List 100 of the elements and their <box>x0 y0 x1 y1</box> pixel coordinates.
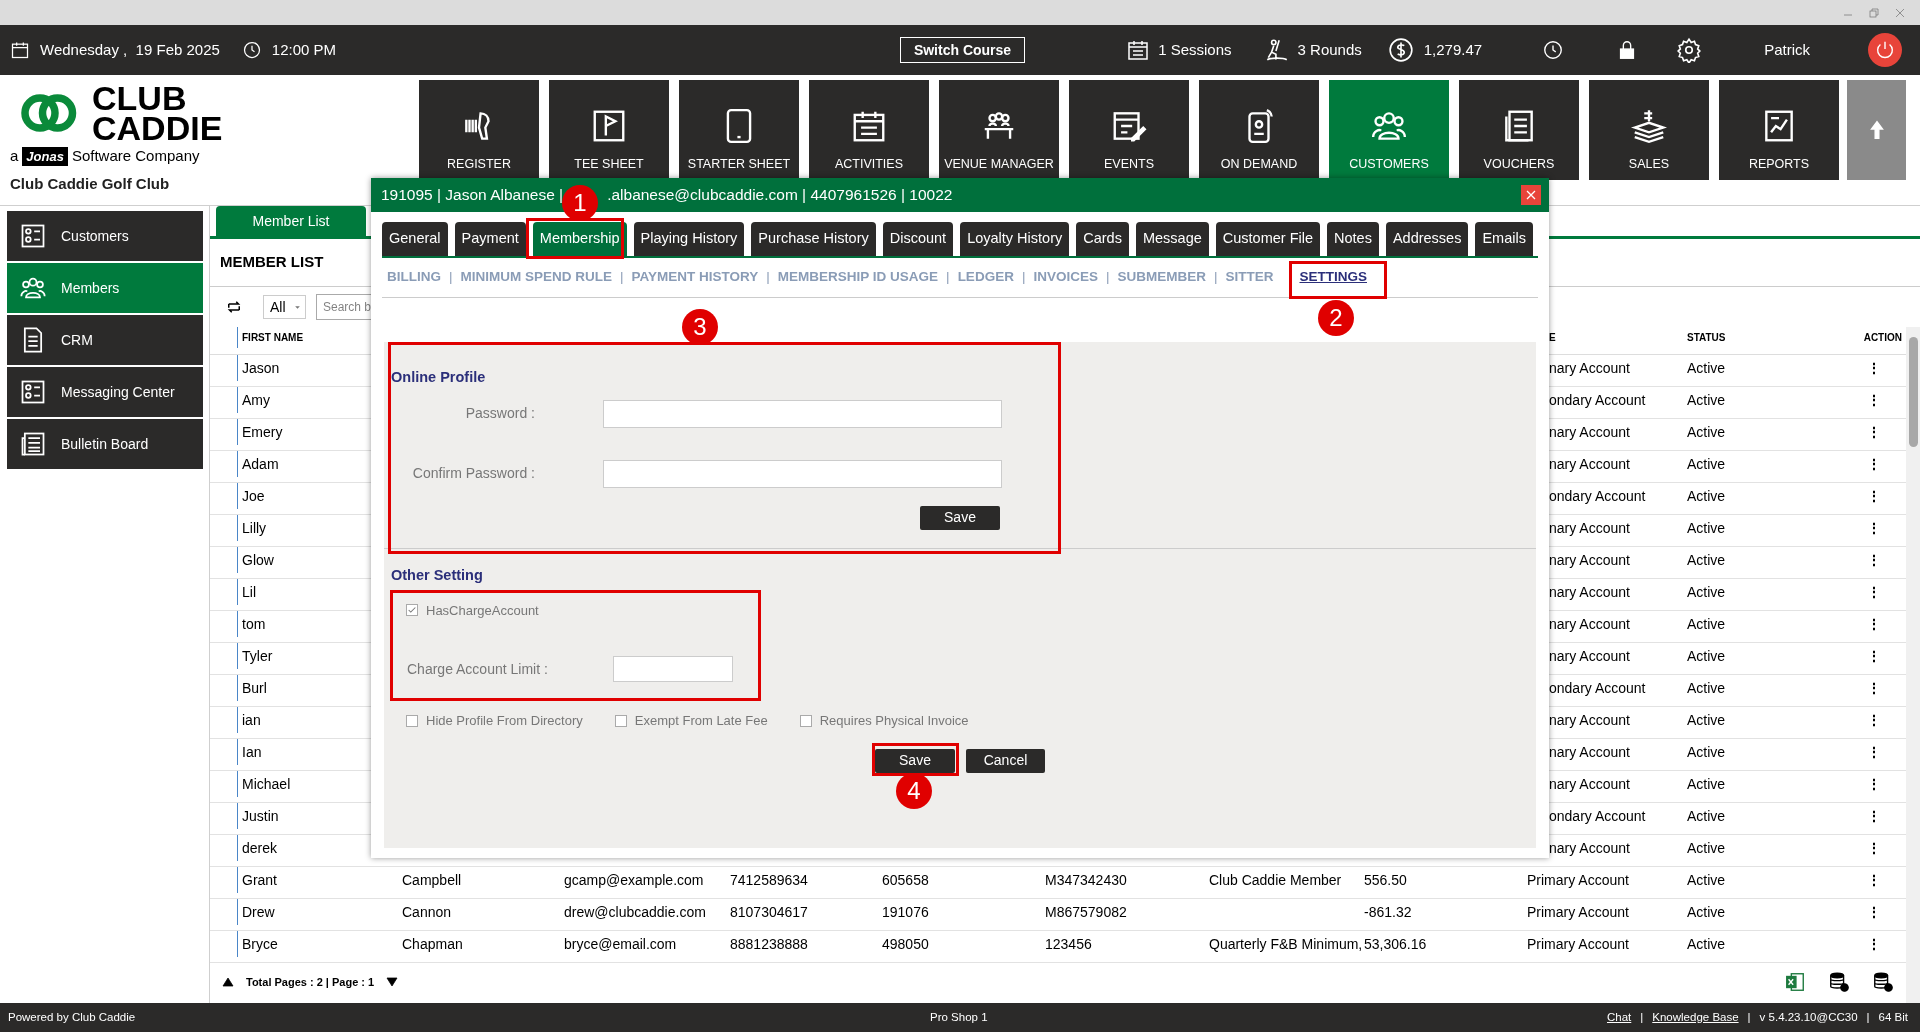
password-field[interactable] <box>603 399 1002 428</box>
dialog-tab[interactable]: Notes <box>1327 222 1379 256</box>
nav-tile[interactable]: CUSTOMERS <box>1329 80 1449 180</box>
nav-tile[interactable]: SALES <box>1589 80 1709 180</box>
power-button[interactable] <box>1868 33 1902 67</box>
close-button[interactable] <box>1521 185 1541 205</box>
nav-tile[interactable]: TEE SHEET <box>549 80 669 180</box>
footer-link[interactable]: Chat <box>1607 1008 1632 1027</box>
more-actions-button[interactable]: ⋮ <box>1866 359 1881 376</box>
more-actions-button[interactable]: ⋮ <box>1866 551 1881 568</box>
separator-text: | <box>766 268 770 287</box>
more-actions-button[interactable]: ⋮ <box>1866 455 1881 472</box>
table-cell: Bryce <box>242 935 278 952</box>
nav-tile[interactable]: VOUCHERS <box>1459 80 1579 180</box>
sidebar-item[interactable]: Messaging Center <box>7 367 203 417</box>
club-name: Club Caddie Golf Club <box>10 174 171 194</box>
column-header: FIRST NAME <box>242 332 304 343</box>
table-cell: Adam <box>242 455 279 472</box>
sub-tab[interactable]: SETTINGS <box>1299 267 1367 288</box>
clock-icon[interactable] <box>1542 39 1565 61</box>
table-cell: 498050 <box>882 935 929 952</box>
nav-tile[interactable]: VENUE MANAGER <box>939 80 1059 180</box>
nav-tile[interactable]: STARTER SHEET <box>679 80 799 180</box>
more-actions-button[interactable]: ⋮ <box>1866 807 1881 824</box>
sidebar-item[interactable]: Bulletin Board <box>7 419 203 469</box>
dialog-tab[interactable]: Emails <box>1475 222 1533 256</box>
nav-tile[interactable]: ON DEMAND <box>1199 80 1319 180</box>
field-label: Confirm Password : <box>411 464 535 484</box>
table-cell: 53,306.16 <box>1364 935 1427 952</box>
password-field[interactable] <box>603 459 1002 488</box>
checkbox[interactable]: Requires Physical Invoice <box>799 711 969 731</box>
dialog-tab[interactable]: Customer File <box>1215 222 1320 256</box>
table-cell: Campbell <box>402 871 462 888</box>
save-button[interactable]: Save <box>875 748 955 773</box>
more-actions-button[interactable]: ⋮ <box>1866 743 1881 760</box>
sidebar-item[interactable]: Members <box>7 263 203 313</box>
check-icon <box>407 605 417 616</box>
table-cell: nary Account <box>1549 359 1630 376</box>
dialog-tab[interactable]: Payment <box>454 222 526 256</box>
footer-link[interactable]: Knowledge Base <box>1652 1008 1739 1027</box>
page-heading: MEMBER LIST <box>220 252 324 273</box>
dialog-tab[interactable]: Message <box>1135 222 1209 256</box>
member-list-tab[interactable]: Member List <box>216 206 366 236</box>
more-actions-button[interactable]: ⋮ <box>1866 519 1881 536</box>
cancel-button[interactable]: Cancel <box>966 748 1045 773</box>
dialog-tab[interactable]: Cards <box>1076 222 1129 256</box>
more-actions-button[interactable]: ⋮ <box>1866 583 1881 600</box>
nav-tile[interactable]: REGISTER <box>419 80 539 180</box>
table-cell: Lil <box>242 583 256 600</box>
pagination-text: Total Pages : 2 | Page : 1 <box>246 974 375 990</box>
more-actions-button[interactable]: ⋮ <box>1866 391 1881 408</box>
scrollbar-thumb[interactable] <box>1908 337 1918 447</box>
nav-tile[interactable]: ACTIVITIES <box>809 80 929 180</box>
table-cell: Primary Account <box>1527 871 1629 888</box>
down-triangle-icon[interactable] <box>384 976 401 988</box>
balance-amount: 1,279.47 <box>1423 39 1483 60</box>
nav-tile[interactable]: REPORTS <box>1719 80 1839 180</box>
checkbox[interactable]: HasChargeAccount <box>406 600 1536 620</box>
more-actions-button[interactable]: ⋮ <box>1866 487 1881 504</box>
up-triangle-icon[interactable] <box>220 976 236 988</box>
settings-icon[interactable] <box>1676 37 1703 63</box>
more-actions-button[interactable]: ⋮ <box>1866 839 1881 856</box>
sidebar-item[interactable]: CRM <box>7 315 203 365</box>
table-cell: M867579082 <box>1045 903 1127 920</box>
database-add-icon[interactable] <box>1872 971 1894 993</box>
database-download-icon[interactable] <box>1828 971 1850 993</box>
table-cell: 556.50 <box>1364 871 1407 888</box>
dialog-tab[interactable]: Membership <box>532 222 627 256</box>
table-cell: -861.32 <box>1364 903 1412 920</box>
table-cell: nary Account <box>1549 743 1630 760</box>
more-actions-button[interactable]: ⋮ <box>1866 679 1881 696</box>
nav-tile[interactable]: EVENTS <box>1069 80 1189 180</box>
more-actions-button[interactable]: ⋮ <box>1866 871 1881 888</box>
sidebar-item[interactable]: Customers <box>7 211 203 261</box>
dialog-tab[interactable]: General <box>382 222 448 256</box>
dialog-tab[interactable]: Addresses <box>1385 222 1469 256</box>
filter-dropdown[interactable]: All <box>263 295 306 319</box>
table-cell: Club Caddie Member <box>1209 871 1342 888</box>
more-actions-button[interactable]: ⋮ <box>1866 711 1881 728</box>
switch-course-button[interactable]: Switch Course <box>900 37 1025 63</box>
charge-limit-field[interactable] <box>613 656 733 682</box>
more-actions-button[interactable]: ⋮ <box>1866 615 1881 632</box>
dialog-tab[interactable]: Playing History <box>633 222 745 256</box>
dialog-tab[interactable]: Purchase History <box>751 222 876 256</box>
table-cell: gcamp@example.com <box>564 871 704 888</box>
more-actions-button[interactable]: ⋮ <box>1866 775 1881 792</box>
checkbox[interactable]: Exempt From Late Fee <box>614 711 768 731</box>
save-button[interactable]: Save <box>920 505 1000 530</box>
table-cell: Joe <box>242 487 265 504</box>
more-actions-button[interactable]: ⋮ <box>1866 423 1881 440</box>
dialog-tab[interactable]: Loyalty History <box>960 222 1070 256</box>
checkbox[interactable]: Hide Profile From Directory <box>406 711 583 731</box>
more-actions-button[interactable]: ⋮ <box>1866 935 1881 952</box>
table-cell: Jason <box>242 359 280 376</box>
dialog-tab[interactable]: Discount <box>882 222 954 256</box>
more-actions-button[interactable]: ⋮ <box>1866 903 1881 920</box>
spreadsheet-icon[interactable] <box>1784 971 1806 993</box>
table-cell: bryce@email.com <box>564 935 677 952</box>
more-actions-button[interactable]: ⋮ <box>1866 647 1881 664</box>
field-label: Charge Account Limit : <box>407 659 549 679</box>
